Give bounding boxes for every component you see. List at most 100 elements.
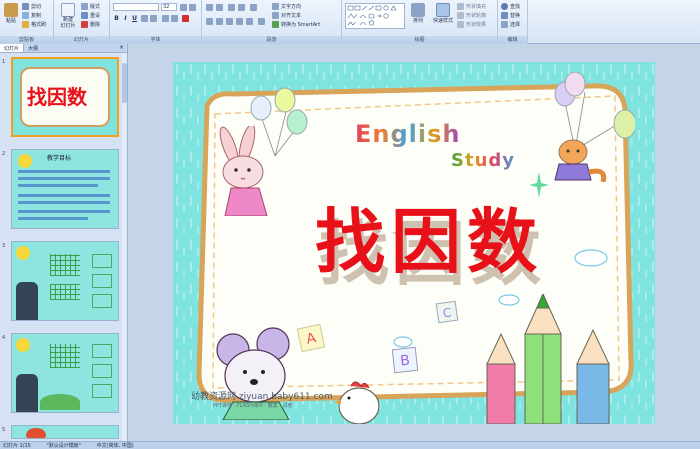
panel-tabs: 幻灯片 大纲 × bbox=[0, 44, 127, 53]
align-left-icon[interactable] bbox=[206, 18, 213, 25]
arrange-icon bbox=[411, 3, 425, 17]
character-figure bbox=[16, 282, 38, 320]
thumbnail-row-3[interactable]: 3 bbox=[0, 241, 124, 325]
tab-slides[interactable]: 幻灯片 bbox=[0, 44, 25, 52]
change-case-icon[interactable] bbox=[171, 15, 178, 22]
effects-icon bbox=[457, 21, 464, 28]
status-bar: 幻灯片 1/15 "默认设计模板" 中文(简体, 中国) bbox=[0, 441, 700, 449]
align-right-icon[interactable] bbox=[226, 18, 233, 25]
slide-thumbnail-panel: 幻灯片 大纲 × 1 找因数 2 教学目标 3 4 5 bbox=[0, 44, 128, 441]
reset-button[interactable]: 重设 bbox=[81, 12, 100, 19]
slide-number: 3 bbox=[2, 243, 6, 249]
thumbnail-row-5[interactable]: 5 bbox=[0, 425, 124, 441]
layout-button[interactable]: 版式 bbox=[81, 3, 100, 10]
thumbnail-row-2[interactable]: 2 教学目标 bbox=[0, 149, 124, 233]
shape-effects-button[interactable]: 形状效果 bbox=[457, 21, 486, 28]
replace-button[interactable]: 替换 bbox=[501, 12, 520, 19]
shapes-icon bbox=[347, 5, 397, 26]
numbering-icon[interactable] bbox=[216, 4, 223, 11]
bold-icon[interactable]: B bbox=[113, 15, 120, 22]
close-panel-icon[interactable]: × bbox=[116, 44, 127, 52]
slides-group: 新建 幻灯片 版式 重设 删除 幻灯片 bbox=[54, 0, 110, 44]
format-painter-button[interactable]: 格式刷 bbox=[22, 21, 46, 28]
pencils-illustration bbox=[486, 294, 610, 424]
shape-outline-button[interactable]: 形状轮廓 bbox=[457, 12, 486, 19]
strikethrough-icon[interactable] bbox=[141, 15, 148, 22]
chicken-illustration bbox=[333, 381, 380, 424]
quick-styles-button[interactable]: 快速样式 bbox=[431, 3, 455, 24]
editing-label: 编辑 bbox=[498, 36, 527, 44]
slide-number: 5 bbox=[2, 427, 6, 433]
distribute-icon[interactable] bbox=[246, 18, 253, 25]
shapes-gallery[interactable] bbox=[345, 3, 405, 29]
shadow-icon[interactable] bbox=[150, 15, 157, 22]
slide-number: 4 bbox=[2, 335, 6, 341]
thumb-title: 教学目标 bbox=[47, 155, 72, 162]
slide-thumbnail-2[interactable]: 教学目标 bbox=[11, 149, 119, 229]
underline-icon[interactable]: U bbox=[131, 15, 138, 22]
grow-font-icon[interactable] bbox=[180, 4, 187, 11]
bullets-icon[interactable] bbox=[206, 4, 213, 11]
letter-block-c: C bbox=[435, 300, 459, 324]
paste-button[interactable]: 粘贴 bbox=[3, 3, 19, 24]
new-slide-button[interactable]: 新建 幻灯片 bbox=[58, 3, 78, 29]
slide-thumbnail-3[interactable] bbox=[11, 241, 119, 321]
copy-button[interactable]: 复制 bbox=[22, 12, 41, 19]
line-spacing-icon[interactable] bbox=[250, 4, 257, 11]
select-icon bbox=[501, 21, 508, 28]
slide-title[interactable]: 找因数 bbox=[269, 204, 589, 280]
character-figure bbox=[16, 374, 38, 412]
cut-button[interactable]: 剪切 bbox=[22, 3, 41, 10]
char-spacing-icon[interactable] bbox=[162, 15, 169, 22]
watermark-subtitle: PPT课件 · FLASH课件 · 教案 · 试卷 bbox=[213, 403, 293, 409]
justify-icon[interactable] bbox=[236, 18, 243, 25]
panel-scrollbar[interactable] bbox=[122, 53, 127, 441]
decrease-indent-icon[interactable] bbox=[228, 4, 235, 11]
thumbnail-row-4[interactable]: 4 bbox=[0, 333, 124, 417]
theme-name: "默认设计模板" bbox=[46, 443, 82, 449]
sun-icon bbox=[16, 338, 30, 352]
font-color-icon[interactable] bbox=[182, 15, 189, 22]
columns-icon[interactable] bbox=[258, 18, 265, 25]
paragraph-group: 文字方向 对齐文本 转换为 SmartArt 段落 bbox=[202, 0, 342, 44]
slide-thumbnail-1[interactable]: 找因数 bbox=[11, 57, 119, 137]
cat-with-balloons bbox=[554, 72, 635, 182]
drawing-label: 绘图 bbox=[342, 36, 497, 44]
increase-indent-icon[interactable] bbox=[238, 4, 245, 11]
brush-icon bbox=[22, 21, 29, 28]
shrink-font-icon[interactable] bbox=[189, 4, 196, 11]
find-button[interactable]: 查找 bbox=[501, 3, 520, 10]
slide-thumbnail-4[interactable] bbox=[11, 333, 119, 413]
italic-icon[interactable]: I bbox=[122, 15, 129, 22]
align-text-button[interactable]: 对齐文本 bbox=[272, 12, 301, 19]
font-name-combo[interactable] bbox=[113, 3, 159, 11]
slide-number: 2 bbox=[2, 151, 6, 157]
reset-icon bbox=[81, 12, 88, 19]
text-direction-icon bbox=[272, 3, 279, 10]
slide-number: 1 bbox=[2, 59, 6, 65]
font-size-combo[interactable]: 32 bbox=[161, 3, 177, 11]
thumb-title: 找因数 bbox=[27, 85, 87, 109]
fill-icon bbox=[457, 3, 464, 10]
copy-icon bbox=[22, 12, 29, 19]
thumbnail-row-1[interactable]: 1 找因数 bbox=[0, 57, 124, 141]
language-indicator[interactable]: 中文(简体, 中国) bbox=[97, 443, 134, 449]
tab-outline[interactable]: 大纲 bbox=[24, 44, 42, 52]
text-direction-button[interactable]: 文字方向 bbox=[272, 3, 301, 10]
paragraph-label: 段落 bbox=[202, 36, 341, 44]
slide-thumbnail-5[interactable] bbox=[11, 425, 119, 439]
new-slide-icon bbox=[61, 3, 75, 17]
delete-icon bbox=[81, 21, 88, 28]
shape-fill-button[interactable]: 形状填充 bbox=[457, 3, 486, 10]
select-button[interactable]: 选择 bbox=[501, 21, 520, 28]
study-text: Study bbox=[451, 150, 516, 171]
align-center-icon[interactable] bbox=[216, 18, 223, 25]
delete-button[interactable]: 删除 bbox=[81, 21, 100, 28]
slide-editing-area: English Study 找因数 C A B 幼教资源网 ziyuan.bab… bbox=[129, 44, 700, 441]
clipboard-label: 剪贴板 bbox=[0, 36, 53, 44]
smartart-button[interactable]: 转换为 SmartArt bbox=[272, 21, 320, 28]
scrollbar-thumb[interactable] bbox=[122, 63, 127, 103]
grid-diagram bbox=[50, 254, 80, 276]
slide-canvas[interactable]: English Study 找因数 C A B 幼教资源网 ziyuan.bab… bbox=[173, 62, 655, 424]
arrange-button[interactable]: 排列 bbox=[408, 3, 428, 24]
